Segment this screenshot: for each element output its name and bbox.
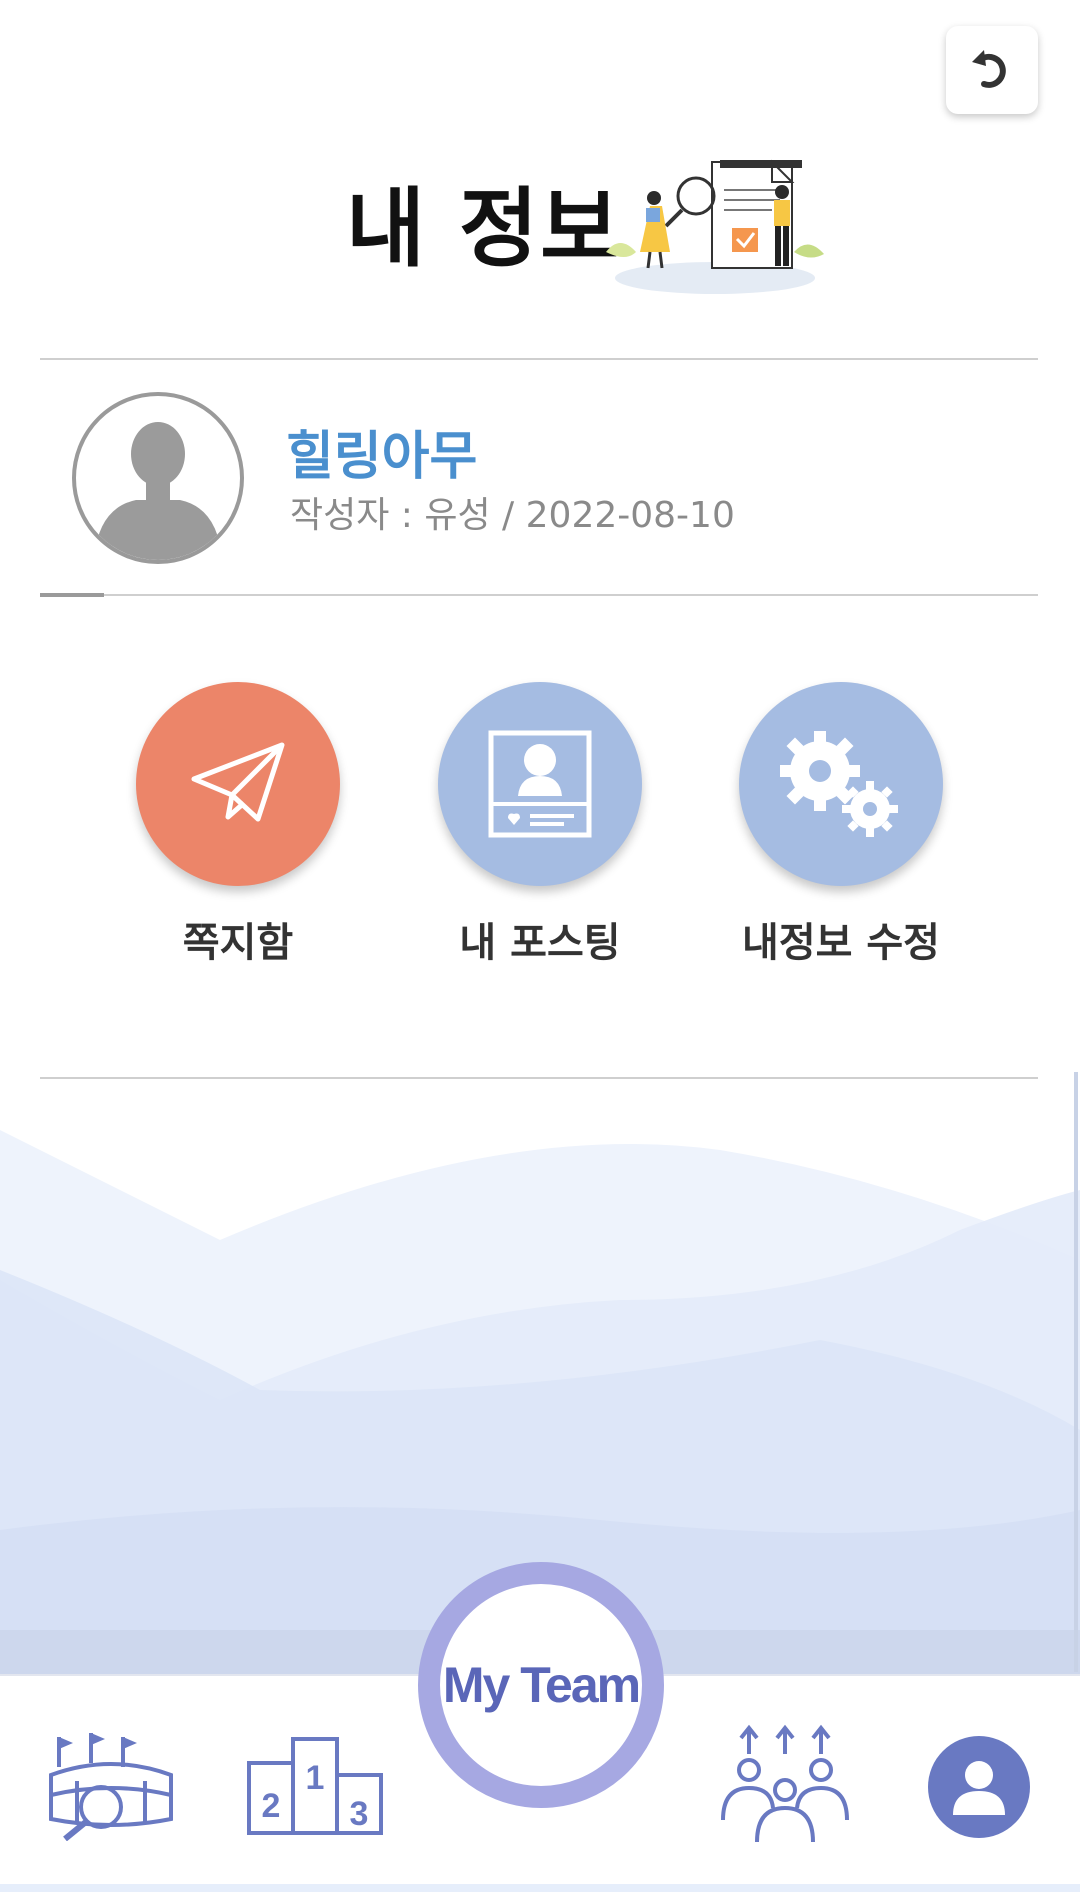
avatar [72, 392, 244, 564]
gears-icon [780, 731, 898, 837]
nav-stadium-button[interactable] [42, 1726, 182, 1846]
messages-button[interactable]: 쪽지함 [88, 682, 388, 972]
edit-profile-label: 내정보 수정 [742, 920, 940, 966]
svg-text:1: 1 [306, 1759, 325, 1797]
my-postings-label: 내 포스팅 [459, 920, 621, 966]
my-postings-circle [438, 682, 642, 886]
nav-ranking-button[interactable]: 2 1 3 [240, 1730, 390, 1840]
page-header: 내 정보 [0, 150, 1080, 300]
paper-plane-icon [191, 742, 285, 822]
my-team-button[interactable]: My Team [418, 1562, 664, 1808]
edit-profile-button[interactable]: 내정보 수정 [691, 682, 991, 972]
svg-text:2: 2 [262, 1787, 281, 1825]
profile-meta: 작성자 : 유성 / 2022-08-10 [290, 495, 735, 536]
document-search-illustration [606, 159, 824, 294]
profile-card-icon [488, 730, 592, 838]
messages-circle [136, 682, 340, 886]
my-team-label: My Team [442, 1657, 641, 1713]
user-profile-icon [953, 1761, 1005, 1815]
scrollbar-edge [1074, 1072, 1078, 1672]
stadium-search-icon [49, 1733, 173, 1841]
my-postings-button[interactable]: 내 포스팅 [390, 682, 690, 972]
page-title: 내 정보 [346, 179, 622, 279]
undo-arrow-icon [972, 50, 1006, 88]
svg-text:3: 3 [350, 1795, 369, 1833]
edit-profile-circle [739, 682, 943, 886]
divider-accent [40, 593, 104, 597]
profile-name: 힐링아무 [286, 427, 478, 487]
people-group-icon [721, 1724, 849, 1843]
bottom-strip [0, 1884, 1080, 1892]
divider-profile [40, 594, 1038, 596]
person-silhouette-icon [94, 422, 222, 560]
nav-community-button[interactable] [710, 1722, 860, 1850]
nav-my-info-button[interactable] [928, 1736, 1030, 1838]
messages-label: 쪽지함 [182, 920, 294, 966]
back-button[interactable] [946, 26, 1038, 114]
podium-ranking-icon: 2 1 3 [247, 1737, 383, 1835]
divider-top [40, 358, 1038, 360]
